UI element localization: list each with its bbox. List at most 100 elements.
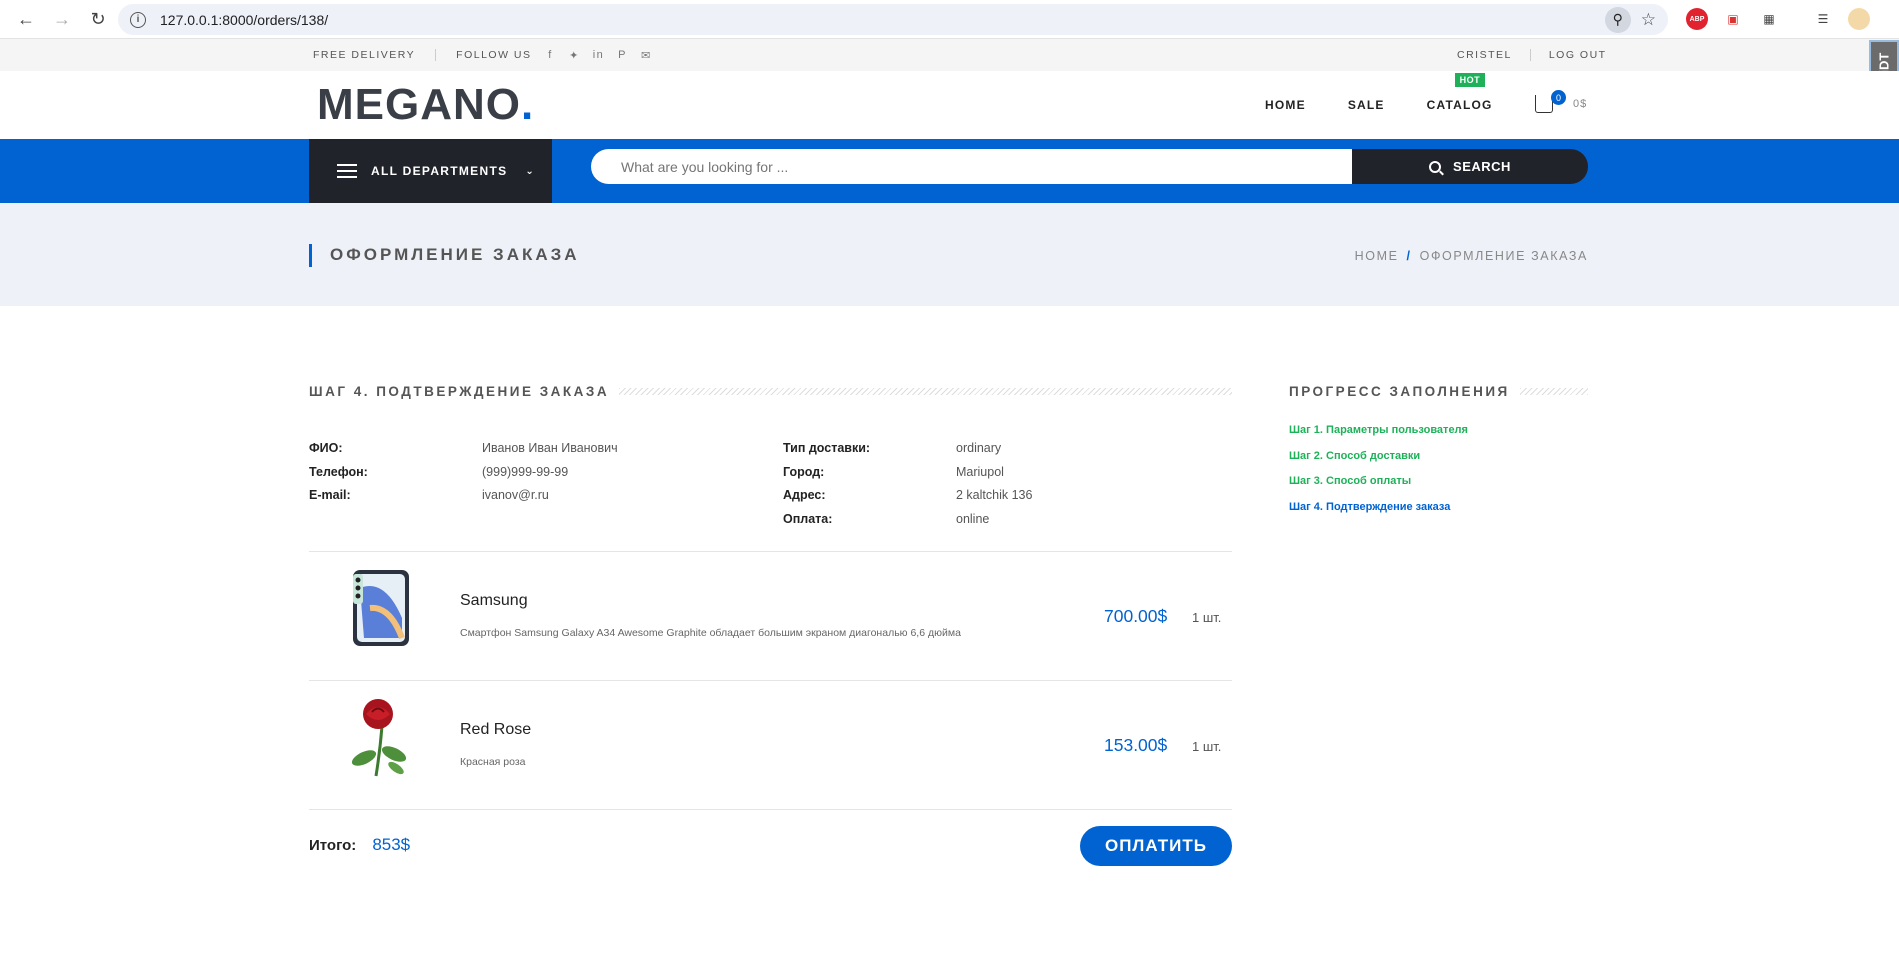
info-label: E-mail: xyxy=(309,488,351,502)
order-item: Samsung Смартфон Samsung Galaxy A34 Awes… xyxy=(309,552,1232,680)
info-row: Адрес: 2 kaltchik 136 xyxy=(783,488,1032,512)
progress-steps: Шаг 1. Параметры пользователя Шаг 2. Спо… xyxy=(1289,424,1468,526)
browser-toolbar: ← → ↻ i 127.0.0.1:8000/orders/138/ ⚲ ☆ A… xyxy=(0,0,1899,39)
twitter-icon[interactable]: ✦ xyxy=(568,48,582,62)
facebook-icon[interactable]: f xyxy=(544,48,558,62)
info-value: Иванов Иван Иванович xyxy=(482,441,618,455)
cart-count-badge: 0 xyxy=(1551,90,1566,105)
order-step-heading: ШАГ 4. ПОДТВЕРЖДЕНИЕ ЗАКАЗА xyxy=(309,384,1232,399)
order-step-title: ШАГ 4. ПОДТВЕРЖДЕНИЕ ЗАКАЗА xyxy=(309,384,610,399)
info-label: Город: xyxy=(783,464,825,479)
order-total: Итого: 853$ xyxy=(309,835,410,855)
mail-icon[interactable]: ✉ xyxy=(640,48,654,62)
info-row: E-mail: ivanov@r.ru xyxy=(309,488,618,512)
reload-icon[interactable]: ↻ xyxy=(80,4,116,34)
adblock-extension-icon[interactable]: ABP xyxy=(1686,8,1708,30)
product-description: Смартфон Samsung Galaxy A34 Awesome Grap… xyxy=(460,627,961,639)
product-price: 153.00$ xyxy=(1104,735,1168,755)
heading-hatch xyxy=(1519,388,1588,395)
info-value: 2 kaltchik 136 xyxy=(956,488,1033,502)
pinterest-icon[interactable]: P xyxy=(616,48,630,62)
info-row: Оплата: online xyxy=(783,512,1032,536)
product-quantity: 1 шт. xyxy=(1192,610,1222,625)
all-departments-label: ALL DEPARTMENTS xyxy=(371,164,508,178)
info-value: online xyxy=(956,511,990,526)
zoom-icon[interactable]: ⚲ xyxy=(1604,6,1631,33)
nav-catalog-label[interactable]: CATALOG xyxy=(1427,98,1493,112)
info-label: Телефон: xyxy=(309,464,368,479)
progress-heading: ПРОГРЕСС ЗАПОЛНЕНИЯ xyxy=(1289,384,1588,399)
cart-total[interactable]: 0$ xyxy=(1573,98,1587,110)
order-item: Red Rose Красная роза 153.00$ 1 шт. xyxy=(309,681,1232,809)
extensions-puzzle-icon[interactable]: ▦ xyxy=(1758,8,1780,30)
logo-dot[interactable]: . xyxy=(521,80,534,129)
breadcrumb-separator: / xyxy=(1406,249,1412,263)
user-name-link[interactable]: CRISTEL xyxy=(1457,49,1512,61)
media-queue-icon[interactable]: ☰ xyxy=(1812,8,1834,30)
breadcrumb: HOME / ОФОРМЛЕНИЕ ЗАКАЗА xyxy=(1355,249,1588,263)
divider xyxy=(1529,49,1531,61)
linkedin-icon[interactable]: in xyxy=(592,48,606,62)
pay-button[interactable]: ОПЛАТИТЬ xyxy=(1080,826,1232,866)
product-name[interactable]: Samsung xyxy=(460,592,528,610)
product-description: Красная роза xyxy=(460,756,526,768)
product-price: 700.00$ xyxy=(1104,606,1168,626)
hot-badge: HOT xyxy=(1454,73,1486,87)
info-row: Тип доставки: ordinary xyxy=(783,441,1032,465)
main-nav: HOME SALE CATALOG HOT xyxy=(1265,71,1535,139)
page-title-band: ОФОРМЛЕНИЕ ЗАКАЗА HOME / ОФОРМЛЕНИЕ ЗАКАЗА xyxy=(0,203,1899,306)
info-label: ФИО: xyxy=(309,441,343,455)
delivery-info: Тип доставки: ordinary Город: Mariupol Адр… xyxy=(783,441,1032,535)
heading-hatch xyxy=(619,388,1232,395)
breadcrumb-current: ОФОРМЛЕНИЕ ЗАКАЗА xyxy=(1419,249,1588,263)
progress-step-1[interactable]: Шаг 1. Параметры пользователя xyxy=(1289,424,1468,450)
search-button[interactable]: SEARCH xyxy=(1352,149,1588,184)
all-departments-button[interactable]: ALL DEPARTMENTS ⌄ xyxy=(309,139,552,203)
logo-text[interactable]: MEGANO xyxy=(317,80,521,129)
site-header: MEGANO. HOME SALE CATALOG HOT 0$ 0 xyxy=(0,71,1899,139)
free-delivery-text: FREE DELIVERY xyxy=(313,49,416,61)
product-image-rose[interactable] xyxy=(339,695,423,779)
info-label: Адрес: xyxy=(783,488,826,502)
progress-step-3[interactable]: Шаг 3. Способ оплаты xyxy=(1289,475,1468,501)
nav-sale[interactable]: SALE xyxy=(1348,98,1385,112)
site-info-icon[interactable]: i xyxy=(130,11,146,28)
total-label: Итого: xyxy=(309,837,357,854)
search-icon xyxy=(1429,160,1442,173)
info-label: Оплата: xyxy=(783,511,833,526)
info-value: (999)999-99-99 xyxy=(482,464,569,479)
search-input[interactable] xyxy=(591,149,1352,184)
info-label: Тип доставки: xyxy=(783,441,871,455)
info-row: Город: Mariupol xyxy=(783,465,1032,489)
divider xyxy=(309,809,1232,810)
breadcrumb-home[interactable]: HOME xyxy=(1355,249,1399,263)
site-logo[interactable]: MEGANO. xyxy=(317,80,534,130)
progress-step-2[interactable]: Шаг 2. Способ доставки xyxy=(1289,450,1468,476)
url-text[interactable]: 127.0.0.1:8000/orders/138/ xyxy=(160,12,328,28)
search-form: SEARCH xyxy=(591,149,1588,184)
search-button-label: SEARCH xyxy=(1453,159,1511,174)
total-value: 853$ xyxy=(372,835,411,854)
progress-step-4[interactable]: Шаг 4. Подтверждение заказа xyxy=(1289,501,1468,527)
nav-home[interactable]: HOME xyxy=(1265,98,1306,112)
extension-icon[interactable]: ▣ xyxy=(1722,8,1744,30)
product-image-phone[interactable] xyxy=(339,566,423,650)
info-value: ordinary xyxy=(956,441,1002,455)
back-icon[interactable]: ← xyxy=(8,4,44,34)
info-row: Телефон: (999)999-99-99 xyxy=(309,465,618,489)
profile-avatar-icon[interactable] xyxy=(1848,8,1870,30)
bookmark-star-icon[interactable]: ☆ xyxy=(1641,10,1656,30)
info-value: ivanov@r.ru xyxy=(482,488,549,502)
forward-icon[interactable]: → xyxy=(44,4,80,34)
nav-catalog[interactable]: CATALOG HOT xyxy=(1427,73,1493,112)
search-bar-strip: ALL DEPARTMENTS ⌄ SEARCH xyxy=(0,139,1899,203)
customer-info: ФИО: Иванов Иван Иванович Телефон: (999)99… xyxy=(309,441,618,512)
address-bar[interactable]: i 127.0.0.1:8000/orders/138/ ⚲ ☆ xyxy=(118,4,1668,35)
chevron-down-icon: ⌄ xyxy=(525,165,536,177)
progress-title: ПРОГРЕСС ЗАПОЛНЕНИЯ xyxy=(1289,384,1510,399)
product-quantity: 1 шт. xyxy=(1192,739,1222,754)
logout-link[interactable]: LOG OUT xyxy=(1549,49,1607,61)
product-name[interactable]: Red Rose xyxy=(460,721,531,739)
top-bar: FREE DELIVERY FOLLOW US f ✦ in P ✉ CRIST… xyxy=(0,39,1899,71)
menu-icon xyxy=(337,160,357,182)
